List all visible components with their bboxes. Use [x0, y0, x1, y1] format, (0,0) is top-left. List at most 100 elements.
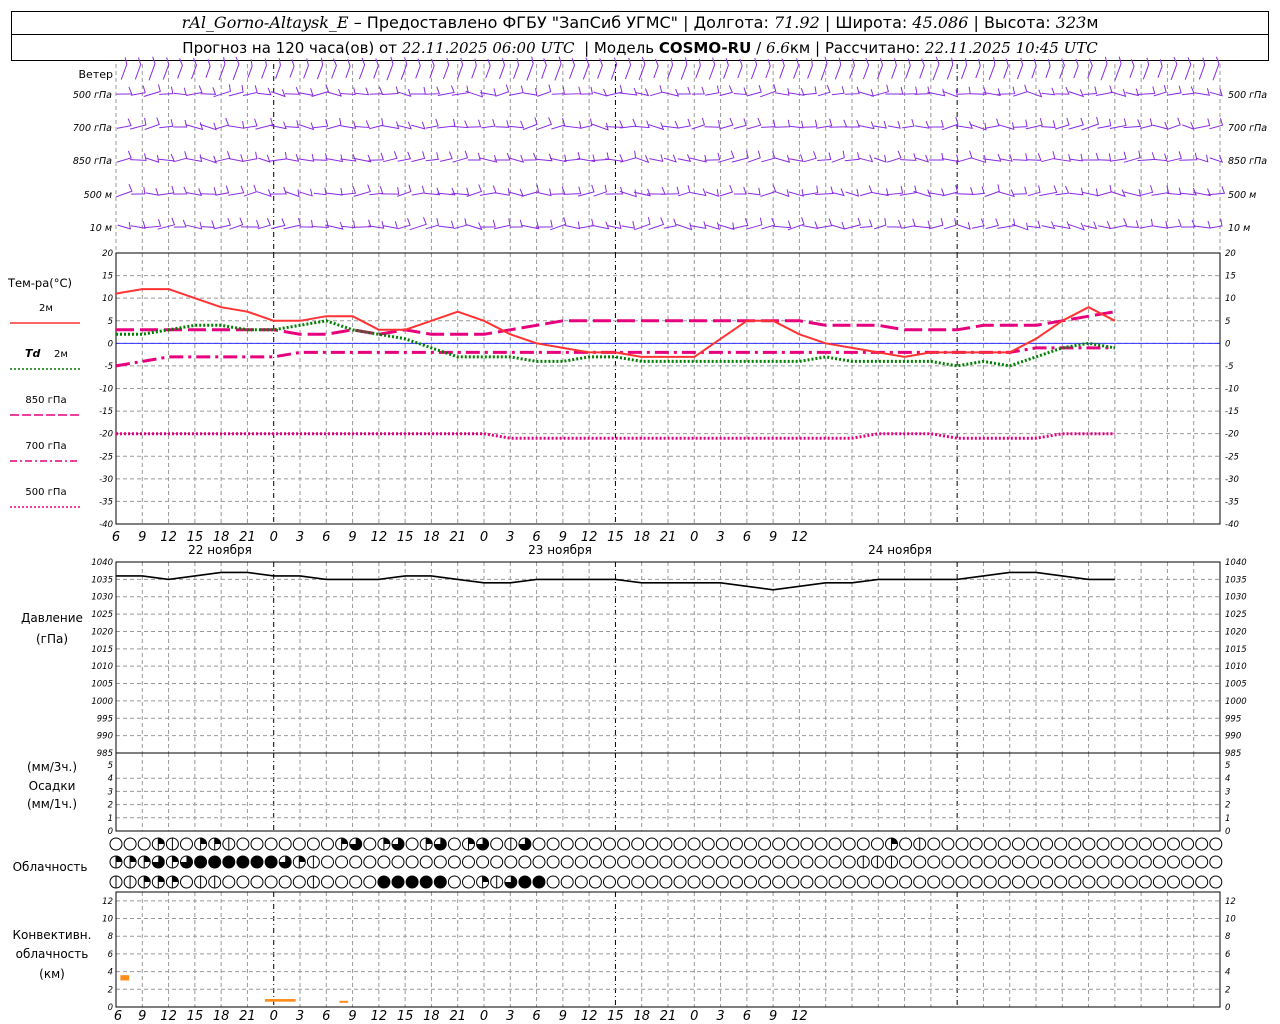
- temp-ytick-right-5: -5: [1225, 362, 1233, 372]
- cloud-cell: [137, 855, 151, 869]
- cloud-circle: [772, 875, 786, 889]
- cloud-cell: [715, 855, 729, 869]
- cloud-cell: [814, 875, 828, 889]
- wind-barb: [218, 57, 226, 81]
- cloud-circle: [800, 875, 814, 889]
- cloud-cell: [617, 875, 631, 889]
- conv-xtick-12: 18: [423, 1009, 440, 1024]
- wind-barb: [961, 58, 968, 80]
- wind-barb: [425, 152, 439, 162]
- cloud-half: [172, 876, 179, 882]
- wind-barb: [429, 58, 435, 79]
- wind-barb: [381, 121, 400, 130]
- cloud-circle: [729, 875, 743, 889]
- wind-barb: [437, 118, 456, 129]
- cloud-cell: [490, 875, 504, 889]
- cloud-cell: [335, 855, 349, 869]
- conv-xtick-6: 0: [270, 1009, 278, 1024]
- wind-barb: [229, 217, 244, 230]
- wind-barb: [325, 154, 344, 163]
- wind-barb: [269, 186, 287, 195]
- cloud-circle: [729, 837, 743, 851]
- temp-xtick-9: 9: [348, 530, 356, 545]
- wind-barb: [605, 120, 624, 128]
- wind-barb: [508, 120, 525, 129]
- cloud-cell: [744, 837, 757, 851]
- wind-barb: [256, 189, 272, 198]
- wind-barb: [313, 153, 328, 161]
- cloud-full: [194, 856, 207, 868]
- wind-barb: [779, 58, 785, 79]
- wind-barb: [1209, 154, 1224, 163]
- cloud-cell: [659, 875, 673, 889]
- wind-barb: [653, 58, 659, 79]
- wind-barb: [1027, 153, 1042, 161]
- cloud-circle: [447, 837, 461, 851]
- cloud-circle: [1026, 837, 1039, 851]
- cloud-cell: [715, 837, 729, 851]
- wind-barb: [261, 58, 267, 79]
- cloud-half: [116, 856, 122, 862]
- wind-barb: [382, 151, 398, 163]
- cloud-cell: [1096, 875, 1110, 889]
- wind-barb: [241, 219, 260, 228]
- cloud-cell: [997, 855, 1011, 869]
- wind-barb: [941, 154, 959, 163]
- cloud-circle: [1138, 837, 1152, 851]
- wind-barb: [1166, 151, 1182, 163]
- cloud-cell: [222, 875, 236, 889]
- wind-barb: [1045, 58, 1051, 79]
- cloud-full: [251, 856, 263, 868]
- wind-barb: [466, 222, 483, 231]
- conv-xtick-8: 6: [322, 1009, 330, 1024]
- pres-unit: (гПа): [36, 632, 68, 646]
- wind-barb: [1012, 119, 1028, 128]
- cloud-circle: [899, 855, 913, 869]
- cloud-half: [144, 856, 151, 862]
- cloud-circle: [1138, 855, 1152, 869]
- temp-ytick-left-2: 10: [102, 294, 113, 304]
- cloud-circle: [405, 837, 419, 851]
- cloud-cell: [377, 855, 391, 869]
- cloud-cell: [786, 837, 800, 851]
- wind-barb: [411, 121, 426, 130]
- cloud-full: [222, 856, 235, 868]
- cloud-cell: [292, 855, 306, 869]
- cloud-cell: [236, 855, 250, 869]
- cloud-cell: [447, 837, 461, 851]
- cloud-circle: [758, 875, 772, 889]
- temp-ytick-right-2: 10: [1225, 294, 1236, 304]
- wind-barb: [1013, 186, 1028, 195]
- cloud-circle: [983, 855, 997, 869]
- cloud-circle: [997, 837, 1011, 851]
- wind-barb: [513, 58, 520, 79]
- cloud-circle: [772, 837, 786, 851]
- cloud-circle: [363, 875, 377, 889]
- conv-ytick-left-0: 12: [102, 897, 113, 907]
- cloud-cell: [194, 855, 208, 869]
- wind-barb: [988, 57, 996, 80]
- cloud-cell: [419, 855, 433, 869]
- temp-ytick-left-1: 15: [102, 272, 113, 282]
- cloud-circle: [1209, 875, 1223, 889]
- wind-barb: [731, 150, 749, 163]
- wind-barb: [1087, 58, 1093, 79]
- wind-barb: [275, 58, 281, 79]
- cloud-circle: [800, 837, 814, 851]
- temp-xtick-14: 0: [480, 530, 488, 545]
- wind-barb: [247, 59, 253, 78]
- cloud-circle: [476, 855, 490, 869]
- wind-barb: [1013, 84, 1028, 97]
- conv-ytick-right-3: 6: [1225, 950, 1231, 960]
- wind-barb: [597, 58, 603, 79]
- temp-ytick-left-11: -35: [99, 497, 113, 507]
- cloud-circle: [292, 837, 306, 851]
- temp-xtick-2: 12: [160, 530, 177, 545]
- wind-barb: [927, 88, 946, 97]
- cloud-cell: [856, 875, 870, 889]
- cloud-circle: [560, 837, 574, 851]
- wind-barb: [1069, 187, 1084, 196]
- cloud-circle: [1026, 855, 1039, 869]
- wind-barb: [1081, 116, 1099, 131]
- cloud-cell: [617, 837, 631, 851]
